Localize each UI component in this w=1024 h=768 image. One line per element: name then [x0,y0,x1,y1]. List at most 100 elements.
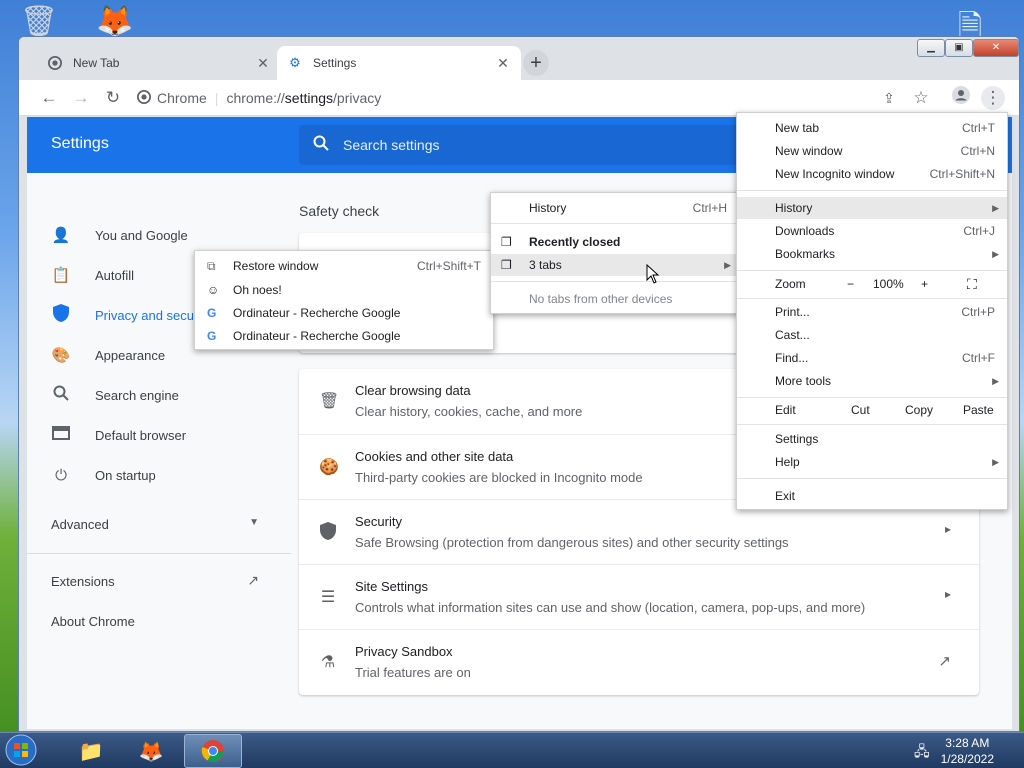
recent-tabs-submenu: ⧉ Restore window Ctrl+Shift+T ☺ Oh noes!… [194,250,494,350]
maximize-button[interactable]: ▣ [945,39,973,57]
google-icon: G [207,306,217,320]
menu-item-shortcut: Ctrl+N [960,144,995,158]
gear-icon: ⚙ [289,55,301,70]
menu-item-3-tabs[interactable]: ❐ 3 tabs ▶ [491,254,739,276]
menu-item-new-incognito[interactable]: New Incognito window Ctrl+Shift+N [737,163,1007,185]
menu-separator [737,478,1007,479]
chevron-right-icon: ▶ [992,457,999,467]
clock[interactable]: 3:28 AM 1/28/2022 [941,735,994,767]
menu-item-exit[interactable]: Exit [737,485,1007,507]
menu-item-label: Exit [775,489,796,503]
menu-item-restore-window[interactable]: ⧉ Restore window Ctrl+Shift+T [195,255,493,277]
copy-button[interactable]: Copy [905,399,933,421]
sidebar-item-you-and-google[interactable]: 👤 You and Google [51,217,291,253]
row-subtitle: Safe Browsing (protection from dangerous… [355,535,789,550]
close-window-button[interactable]: ✕ [973,39,1019,57]
menu-item-shortcut: Ctrl+Shift+T [416,259,481,273]
row-subtitle: Third-party cookies are blocked in Incog… [355,470,643,485]
menu-item-label: Print... [775,305,810,319]
menu-item-label: Downloads [775,224,835,238]
menu-item-label: Zoom [775,277,806,291]
reload-icon[interactable]: ↻ [101,86,125,110]
flask-icon: ⚗ [320,654,336,671]
menu-item-history[interactable]: History Ctrl+H [491,197,739,219]
open-in-new-icon: ↗ [938,653,951,670]
forward-icon[interactable]: → [69,86,93,110]
power-icon: ⏻ [55,466,67,484]
menu-item-more-tools[interactable]: More tools ▶ [737,370,1007,392]
recycle-bin-icon[interactable]: 🗑 [20,4,58,39]
share-icon[interactable]: ⇪ [877,86,901,110]
start-button[interactable] [4,733,44,768]
network-icon[interactable]: 🖧 [914,741,930,765]
menu-item-label: History [529,201,567,215]
menu-item-help[interactable]: Help ▶ [737,451,1007,473]
menu-item-label: Cast... [775,328,810,342]
firefox-desktop-icon[interactable]: 🦊 [96,4,133,39]
search-input[interactable] [343,137,743,153]
paste-button[interactable]: Paste [963,399,994,421]
zoom-out-button[interactable]: − [847,273,854,295]
tab-strip: New Tab ✕ ⚙ Settings ✕ + ▁ ▣ ✕ [19,37,1019,80]
row-site-settings[interactable]: ☰ Site Settings Controls what informatio… [299,564,979,629]
menu-item-history[interactable]: History ▶ [737,197,1007,219]
sidebar-about-chrome[interactable]: About Chrome [51,614,135,629]
clock-date: 1/28/2022 [940,752,994,766]
firefox-icon[interactable]: 🦊 [122,734,180,768]
minimize-button[interactable]: ▁ [917,39,945,57]
row-title: Site Settings [355,579,428,594]
sidebar-item-default-browser[interactable]: Default browser [51,417,291,453]
person-icon: 👤 [51,227,71,244]
menu-item-label: Oh noes! [233,283,282,297]
menu-item-downloads[interactable]: Downloads Ctrl+J [737,220,1007,242]
sliders-icon: ☰ [320,589,336,606]
close-tab-icon[interactable]: ✕ [255,55,271,72]
cut-button[interactable]: Cut [851,399,870,421]
sidebar-item-search-engine[interactable]: Search engine [51,377,291,413]
menu-item-closed-tab[interactable]: G Ordinateur - Recherche Google [195,325,493,347]
profile-icon[interactable] [949,86,973,110]
menu-item-settings[interactable]: Settings [737,428,1007,450]
fullscreen-icon[interactable]: ⛶ [967,273,977,295]
back-icon[interactable]: ← [37,86,61,110]
open-in-new-icon: ↗ [247,572,259,588]
tab-new-tab[interactable]: New Tab ✕ [37,46,281,80]
clipboard-icon: 📋 [51,267,71,284]
menu-item-edit: Edit Cut Copy Paste [737,399,1007,421]
menu-item-closed-tab[interactable]: G Ordinateur - Recherche Google [195,302,493,324]
url-path: /privacy [333,90,382,106]
sidebar-item-on-startup[interactable]: ⏻ On startup [51,457,291,493]
menu-item-label: Ordinateur - Recherche Google [233,306,401,320]
menu-item-label: New window [775,144,843,158]
file-explorer-icon[interactable]: 📁 [62,734,120,768]
sidebar-item-label: Search engine [95,387,179,403]
chrome-icon [137,89,151,107]
new-tab-button[interactable]: + [523,50,549,76]
menu-item-cast[interactable]: Cast... [737,324,1007,346]
close-tab-icon[interactable]: ✕ [495,55,511,72]
tab-label: New Tab [73,56,120,70]
chrome-icon [47,55,63,71]
sidebar-advanced[interactable]: Advanced ▼ [51,517,259,532]
menu-separator [491,281,739,282]
menu-item-new-window[interactable]: New window Ctrl+N [737,140,1007,162]
menu-separator [491,223,739,224]
menu-item-find[interactable]: Find... Ctrl+F [737,347,1007,369]
star-icon[interactable]: ☆ [909,86,933,110]
menu-item-label: Ordinateur - Recherche Google [233,329,401,343]
sidebar-extensions[interactable]: Extensions ↗ [51,572,259,589]
address-bar[interactable]: Chrome | chrome://settings/privacy [137,84,863,112]
menu-icon[interactable]: ⋮ [981,86,1005,110]
chrome-taskbar-icon[interactable] [184,734,242,768]
trash-icon: 🗑 [319,393,340,410]
menu-item-print[interactable]: Print... Ctrl+P [737,301,1007,323]
zoom-in-button[interactable]: + [921,273,928,295]
menu-item-new-tab[interactable]: New tab Ctrl+T [737,117,1007,139]
row-privacy-sandbox[interactable]: ⚗ Privacy Sandbox Trial features are on … [299,629,979,694]
menu-item-closed-tab[interactable]: ☺ Oh noes! [195,279,493,301]
tab-settings[interactable]: ⚙ Settings ✕ [277,46,521,80]
chevron-right-icon: ▶ [992,249,999,259]
page-title: Settings [51,135,109,152]
menu-item-label: Edit [775,403,796,417]
menu-item-bookmarks[interactable]: Bookmarks ▶ [737,243,1007,265]
